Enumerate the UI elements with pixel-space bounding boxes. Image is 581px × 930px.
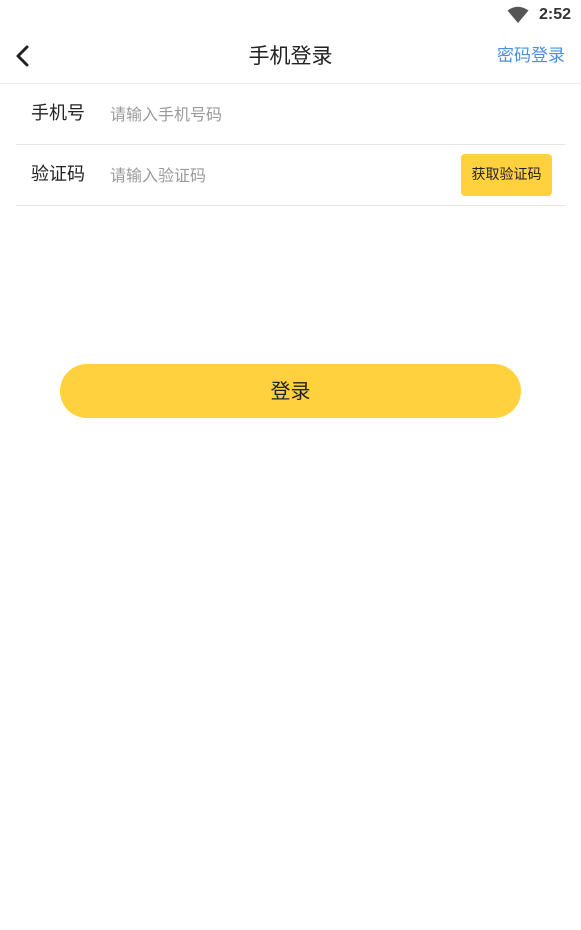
code-row: 验证码 获取验证码 bbox=[16, 145, 565, 206]
status-time: 2:52 bbox=[538, 6, 571, 23]
password-login-link[interactable]: 密码登录 bbox=[497, 45, 565, 67]
phone-row: 手机号 bbox=[16, 84, 565, 145]
login-button[interactable]: 登录 bbox=[60, 364, 521, 418]
phone-input[interactable] bbox=[110, 101, 550, 127]
page-title: 手机登录 bbox=[248, 44, 333, 68]
wifi-icon bbox=[507, 6, 529, 23]
status-bar: 2:52 bbox=[0, 0, 581, 30]
code-label: 验证码 bbox=[31, 164, 85, 185]
phone-label: 手机号 bbox=[31, 103, 85, 124]
get-code-button[interactable]: 获取验证码 bbox=[461, 154, 552, 196]
nav-bar: 手机登录 密码登录 bbox=[0, 30, 581, 84]
code-input[interactable] bbox=[110, 162, 450, 188]
